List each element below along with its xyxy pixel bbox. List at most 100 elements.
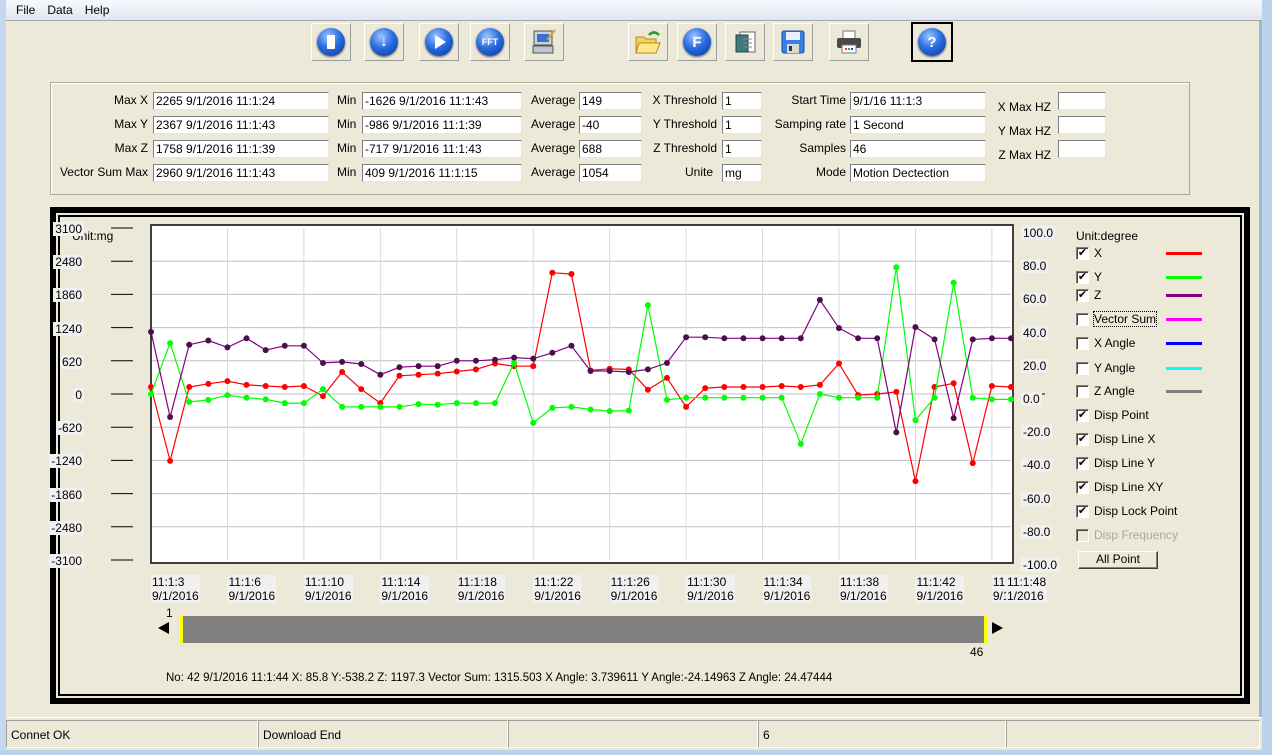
data-point-y (931, 394, 938, 401)
scroll-right-arrow-icon[interactable] (992, 622, 1003, 634)
data-point-z (969, 336, 976, 343)
data-point-x (224, 378, 231, 385)
max-x-field[interactable]: 2265 9/1/2016 11:1:24 (153, 92, 329, 110)
average-z-field[interactable]: 688 (579, 140, 642, 158)
play-button[interactable] (419, 23, 459, 61)
checkbox[interactable]: ✔ (1076, 270, 1089, 284)
start-time-field[interactable]: 9/1/16 11:1:3 (850, 92, 986, 110)
download-button[interactable]: ↓ (364, 23, 404, 61)
y-tick-label: -3100 (49, 554, 84, 568)
fft-button[interactable]: FFT (470, 23, 510, 61)
data-point-y (664, 396, 670, 403)
checkbox[interactable]: ✔ (1076, 480, 1089, 494)
x-max-hz-field[interactable] (1058, 92, 1106, 110)
vector-sum-max-field[interactable]: 2960 9/1/2016 11:1:43 (153, 164, 329, 182)
menu-help[interactable]: Help (79, 3, 116, 17)
x-threshold-field[interactable]: 1 (722, 92, 762, 110)
y-threshold-field[interactable]: 1 (722, 116, 762, 134)
range-slider[interactable] (180, 616, 987, 643)
save-button[interactable] (773, 23, 813, 61)
checkbox[interactable] (1076, 336, 1089, 350)
data-point-y (683, 394, 690, 401)
min-x-field[interactable]: -1626 9/1/2016 11:1:43 (362, 92, 522, 110)
average-x-field[interactable]: 149 (579, 92, 642, 110)
legend-item-vector-sum[interactable]: Vector Sum (1076, 311, 1158, 327)
all-point-button[interactable]: All Point (1078, 551, 1158, 569)
checkbox[interactable]: ✔ (1076, 246, 1089, 260)
x-tick-label: 11:1:26 9/1/2016 (609, 575, 659, 603)
min-z-field[interactable]: -717 9/1/2016 11:1:43 (362, 140, 522, 158)
average-vector-sum-field[interactable]: 1054 (579, 164, 642, 182)
menu-bar: File Data Help (6, 0, 1262, 21)
legend-item-x-angle[interactable]: X Angle (1076, 335, 1135, 351)
checkbox[interactable]: ✔ (1076, 504, 1089, 518)
report-button[interactable] (725, 23, 765, 61)
data-point-z (568, 342, 575, 349)
f-icon: F (683, 28, 711, 56)
checkbox[interactable]: ✔ (1076, 408, 1089, 422)
menu-file[interactable]: File (10, 3, 41, 17)
option-disp-line-xy[interactable]: ✔ Disp Line XY (1076, 479, 1163, 495)
legend-item-z[interactable]: ✔ Z (1076, 287, 1101, 303)
option-disp-frequency: Disp Frequency (1076, 527, 1178, 543)
mode-field[interactable]: Motion Dectection (850, 164, 986, 182)
data-point-y (281, 400, 288, 407)
data-point-y (492, 400, 498, 407)
menu-data[interactable]: Data (41, 3, 78, 17)
average-y-field[interactable]: -40 (579, 116, 642, 134)
max-y-field[interactable]: 2367 9/1/2016 11:1:43 (153, 116, 329, 134)
min-y-field[interactable]: -986 9/1/2016 11:1:39 (362, 116, 522, 134)
checkbox[interactable] (1076, 384, 1089, 398)
y-tick-label: -2480 (49, 520, 84, 535)
y2-tick-label: 60.0 (1021, 292, 1049, 307)
data-point-y (587, 406, 594, 413)
open-file-button[interactable] (628, 23, 668, 61)
floppy-disk-icon (781, 30, 805, 54)
legend-item-y-angle[interactable]: Y Angle (1076, 360, 1135, 376)
f-button[interactable]: F (677, 23, 717, 61)
data-point-y (759, 394, 766, 401)
x-tick-label: 11:1:18 9/1/2016 (456, 575, 506, 603)
data-point-z (625, 369, 632, 376)
data-point-z (453, 357, 460, 364)
option-disp-lock-point[interactable]: ✔ Disp Lock Point (1076, 503, 1177, 519)
z-threshold-field[interactable]: 1 (722, 140, 762, 158)
checkbox[interactable]: ✔ (1076, 432, 1089, 446)
checkbox[interactable]: ✔ (1076, 456, 1089, 470)
configure-device-button[interactable] (524, 23, 564, 61)
help-button[interactable]: ? (911, 22, 953, 62)
option-disp-point[interactable]: ✔ Disp Point (1076, 407, 1149, 423)
data-point-x (415, 371, 422, 378)
legend-item-x[interactable]: ✔ X (1076, 245, 1102, 261)
checkbox[interactable]: ✔ (1076, 288, 1089, 302)
data-point-x (912, 478, 919, 485)
data-point-z (587, 367, 594, 374)
option-disp-line-y[interactable]: ✔ Disp Line Y (1076, 455, 1155, 471)
sampling-rate-field[interactable]: 1 Second (850, 116, 986, 134)
data-point-z (778, 335, 785, 342)
z-max-hz-field[interactable] (1058, 140, 1106, 158)
data-point-y (988, 396, 995, 403)
data-point-z (988, 335, 995, 342)
data-point-x (816, 381, 823, 388)
min-vector-sum-field[interactable]: 409 9/1/2016 11:1:15 (362, 164, 522, 182)
checkbox[interactable] (1076, 361, 1089, 375)
data-point-z (874, 335, 881, 342)
status-panel-5 (1006, 720, 1260, 748)
print-button[interactable] (829, 23, 869, 61)
max-z-field[interactable]: 1758 9/1/2016 11:1:39 (153, 140, 329, 158)
unite-field[interactable]: mg (722, 164, 762, 182)
samples-field[interactable]: 46 (850, 140, 986, 158)
checkbox[interactable] (1076, 312, 1089, 326)
legend-item-y[interactable]: ✔ Y (1076, 269, 1102, 285)
data-point-z (702, 334, 709, 341)
y-max-hz-field[interactable] (1058, 116, 1106, 134)
data-point-x (683, 403, 690, 410)
option-disp-line-x[interactable]: ✔ Disp Line X (1076, 431, 1155, 447)
legend-item-z-angle[interactable]: Z Angle (1076, 383, 1135, 399)
data-point-z (759, 335, 766, 342)
scroll-left-arrow-icon[interactable] (158, 622, 169, 634)
stop-button[interactable] (311, 23, 351, 61)
option-label: Disp Point (1094, 408, 1149, 422)
data-point-y (148, 391, 154, 397)
